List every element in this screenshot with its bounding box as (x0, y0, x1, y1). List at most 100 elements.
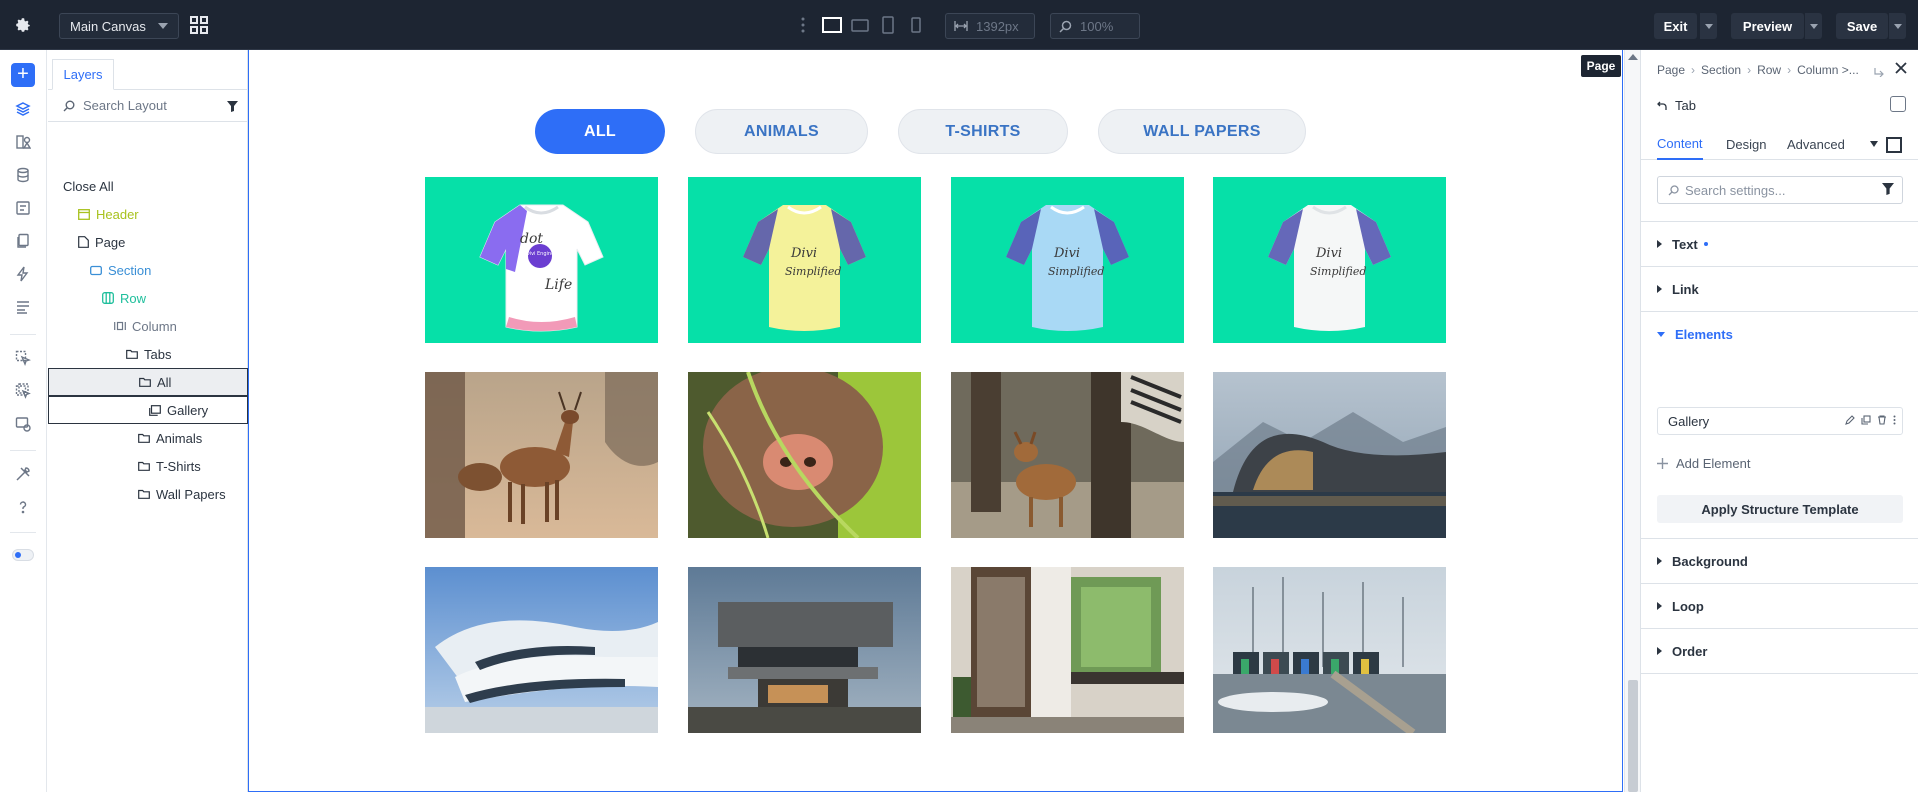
filter-t-shirts-button[interactable]: T-SHIRTS (898, 109, 1068, 154)
layers-search-input[interactable]: Search Layout (48, 90, 248, 122)
tab-content[interactable]: Content (1657, 128, 1703, 160)
link-icon[interactable] (1874, 64, 1884, 82)
zoom-value: 100% (1080, 18, 1114, 34)
group-text[interactable]: Text (1641, 222, 1918, 267)
header-icon (78, 208, 90, 220)
tab-advanced[interactable]: Advanced (1787, 128, 1845, 160)
gallery-image-harbor[interactable] (1213, 567, 1446, 733)
more-options-icon[interactable] (1893, 415, 1896, 425)
canvas-width-field[interactable]: 1392px (945, 13, 1035, 39)
pages-icon[interactable] (14, 232, 32, 250)
layer-t-shirts[interactable]: T-Shirts (48, 452, 248, 480)
breadcrumb-section[interactable]: Section (1701, 63, 1741, 77)
tab-design[interactable]: Design (1726, 128, 1766, 160)
gallery-image-animal-closeup[interactable] (688, 372, 921, 538)
tools-icon[interactable] (14, 465, 32, 483)
settings-gear-icon[interactable] (0, 0, 46, 50)
group-link[interactable]: Link (1641, 267, 1918, 312)
tablet-landscape-view-icon[interactable] (851, 16, 869, 39)
module-options-icon[interactable] (1890, 96, 1906, 112)
gallery-image-kitchen[interactable] (951, 567, 1184, 733)
template-icon[interactable] (14, 199, 32, 217)
list-layout-icon[interactable] (14, 298, 32, 316)
group-elements[interactable]: Elements (1641, 312, 1918, 357)
layer-gallery[interactable]: Gallery (48, 396, 248, 424)
view-mode-icon[interactable] (1886, 137, 1902, 153)
page-badge[interactable]: Page (1581, 55, 1621, 77)
layer-label: All (157, 374, 172, 390)
filter-icon[interactable] (227, 100, 238, 115)
gallery-image-fawn-zebra[interactable] (951, 372, 1184, 538)
folder-icon (138, 433, 150, 443)
multi-select-icon[interactable] (14, 382, 32, 400)
close-all-button[interactable]: Close All (48, 172, 248, 200)
tablet-view-icon[interactable] (881, 16, 895, 39)
layer-section[interactable]: Section (48, 256, 248, 284)
element-item-gallery[interactable]: Gallery (1657, 407, 1903, 435)
back-arrow-icon[interactable] (1657, 101, 1667, 111)
layer-wall-papers[interactable]: Wall Papers (48, 480, 248, 508)
duplicate-icon[interactable] (1861, 415, 1871, 425)
breadcrumb-column[interactable]: Column >... (1797, 63, 1859, 77)
gallery-image-tshirt[interactable]: Divi Simplified (688, 177, 921, 343)
save-button[interactable]: Save (1836, 13, 1888, 39)
responsive-settings-icon[interactable] (14, 415, 32, 433)
modules-icon[interactable] (14, 133, 32, 151)
preview-button[interactable]: Preview (1731, 13, 1804, 39)
layer-column[interactable]: Column (48, 312, 248, 340)
filter-icon[interactable] (1882, 183, 1894, 198)
phone-view-icon[interactable] (910, 16, 922, 39)
shirt-print-text: Simplified (1310, 265, 1366, 278)
layer-row[interactable]: Row (48, 284, 248, 312)
filter-animals-button[interactable]: ANIMALS (695, 109, 868, 154)
save-menu-button[interactable] (1888, 13, 1906, 39)
group-background[interactable]: Background (1641, 539, 1918, 584)
breadcrumb-row[interactable]: Row (1757, 63, 1781, 77)
add-element-button[interactable]: Add Element (1657, 456, 1750, 471)
gallery-image-concrete-house[interactable] (688, 567, 921, 733)
breadcrumb-page[interactable]: Page (1657, 63, 1685, 77)
exit-button[interactable]: Exit (1654, 13, 1697, 39)
click-select-icon[interactable] (14, 349, 32, 367)
apply-structure-template-button[interactable]: Apply Structure Template (1657, 495, 1903, 523)
gallery-image-curved-building[interactable] (1213, 372, 1446, 538)
group-loop[interactable]: Loop (1641, 584, 1918, 629)
lightning-icon[interactable] (14, 265, 32, 283)
desktop-view-icon[interactable] (822, 16, 842, 39)
help-icon[interactable] (14, 498, 32, 516)
chevron-down-icon[interactable] (1870, 141, 1878, 147)
gallery-image-tshirt[interactable]: dot Divi Engine Life (425, 177, 658, 343)
scroll-up-icon[interactable] (1628, 54, 1638, 60)
zoom-field[interactable]: 100% (1050, 13, 1140, 39)
layer-page[interactable]: Page (48, 228, 248, 256)
shirt-print-text: Life (544, 277, 572, 293)
layer-tabs[interactable]: Tabs (48, 340, 248, 368)
canvas-select[interactable]: Main Canvas (59, 13, 179, 39)
group-order[interactable]: Order (1641, 629, 1918, 674)
canvas-scrollbar[interactable] (1624, 50, 1640, 792)
gallery-image-tshirt[interactable]: Divi Simplified (951, 177, 1184, 343)
filter-all-button[interactable]: ALL (535, 109, 665, 154)
dark-mode-toggle[interactable] (12, 549, 34, 561)
edit-pencil-icon[interactable] (1845, 415, 1855, 425)
tab-content-label: Content (1657, 135, 1703, 151)
gallery-image-deer[interactable] (425, 372, 658, 538)
close-icon[interactable] (1894, 61, 1908, 80)
tab-layers[interactable]: Layers (52, 59, 114, 90)
exit-menu-button[interactable] (1699, 13, 1717, 39)
grid-view-icon[interactable] (190, 16, 208, 39)
drag-handle-icon[interactable] (801, 17, 805, 38)
layers-icon[interactable] (14, 100, 32, 118)
gallery-image-tshirt[interactable]: Divi Simplified (1213, 177, 1446, 343)
add-plus-icon[interactable]: + (11, 63, 35, 87)
gallery-image-modern-building[interactable] (425, 567, 658, 733)
preview-menu-button[interactable] (1804, 13, 1822, 39)
trash-icon[interactable] (1877, 415, 1887, 425)
layer-header[interactable]: Header (48, 200, 248, 228)
filter-wall-papers-button[interactable]: WALL PAPERS (1098, 109, 1306, 154)
layer-animals[interactable]: Animals (48, 424, 248, 452)
layer-all[interactable]: All (48, 368, 248, 396)
settings-search-input[interactable]: Search settings... (1657, 176, 1903, 204)
database-icon[interactable] (14, 166, 32, 184)
scrollbar-thumb[interactable] (1628, 680, 1638, 792)
